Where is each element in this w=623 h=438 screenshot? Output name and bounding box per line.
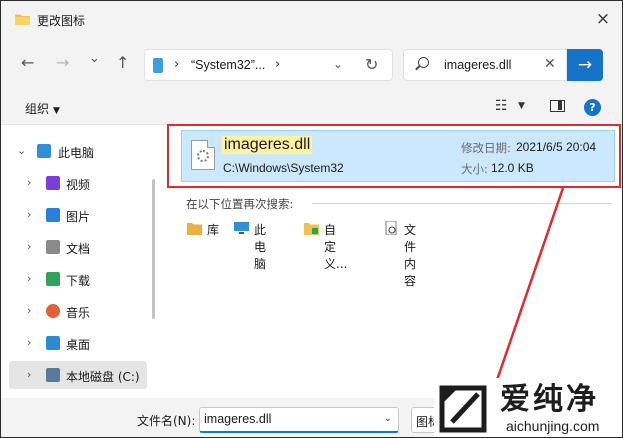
refresh-icon[interactable]: ↻ [365, 55, 378, 74]
command-bar: 组织 ▼ ☷ ▼ ? [1, 89, 622, 125]
breadcrumb-chevron-icon[interactable]: › [174, 57, 179, 72]
window-title: 更改图标 [37, 14, 86, 28]
view-options-icon[interactable]: ☷ [495, 98, 508, 114]
close-icon[interactable]: × [594, 10, 612, 28]
navigation-pane: ⌄ 此电脑 › 视频 › 图片 › 文档 › 下载 › 音乐 › 桌面 › 本地… [1, 126, 151, 398]
computer-icon [234, 222, 249, 234]
preview-pane-icon[interactable] [550, 100, 565, 112]
breadcrumb-system32[interactable]: “System32”... [191, 58, 265, 72]
chevron-right-icon[interactable]: › [27, 272, 31, 285]
video-icon [46, 176, 60, 190]
navigation-pane-scrollbar[interactable] [152, 179, 155, 319]
forward-arrow-icon[interactable]: → [56, 55, 69, 71]
sidebar-item-videos[interactable]: › 视频 [1, 169, 151, 197]
sidebar-item-label: 下载 [66, 274, 91, 288]
search-again-label: 库 [207, 223, 220, 237]
search-again-label: 自定义... [324, 223, 348, 271]
search-icon [418, 57, 429, 68]
annotation-arrow [493, 187, 565, 387]
search-go-button[interactable]: → [567, 49, 603, 81]
drive-icon [46, 368, 60, 382]
sidebar-item-music[interactable]: › 音乐 [1, 297, 151, 325]
chevron-down-icon: ▼ [53, 106, 60, 116]
document-icon [46, 240, 60, 254]
sidebar-item-label: 音乐 [66, 306, 91, 320]
highlight-box [167, 124, 621, 188]
sidebar-item-pictures[interactable]: › 图片 [1, 201, 151, 229]
search-again-heading: 在以下位置再次搜索: [186, 197, 294, 211]
file-name-field[interactable]: imageres.dll ⌄ [199, 407, 399, 433]
file-content-icon [385, 221, 397, 235]
sidebar-item-label: 本地磁盘 (C:) [66, 370, 140, 384]
sidebar-item-label: 文档 [66, 242, 91, 256]
music-icon [46, 304, 60, 318]
chevron-down-icon[interactable]: ▼ [518, 101, 525, 111]
monitor-icon [37, 144, 51, 158]
sidebar-item-label: 图片 [66, 210, 91, 224]
sidebar-item-local-disk-c[interactable]: › 本地磁盘 (C:) [9, 361, 147, 389]
brand-logo-icon [439, 385, 487, 433]
download-icon [46, 272, 60, 286]
address-bar[interactable]: › “System32”... › ⌄ ↻ [144, 49, 393, 81]
navigation-bar: ← → ⌄ ↑ › “System32”... › ⌄ ↻ imageres.d… [1, 39, 622, 89]
sidebar-item-documents[interactable]: › 文档 [1, 233, 151, 261]
watermark: 爱纯净 aichunjing.com [434, 378, 622, 437]
search-again-label: 此电脑 [254, 223, 267, 271]
title-bar: 更改图标 × [1, 1, 622, 39]
search-query[interactable]: imageres.dll [444, 58, 511, 72]
search-input[interactable]: imageres.dll ✕ [403, 49, 567, 81]
desktop-icon [46, 336, 60, 350]
chevron-right-icon[interactable]: › [27, 176, 31, 189]
sidebar-item-label: 视频 [66, 178, 91, 192]
chevron-right-icon[interactable]: › [27, 208, 31, 221]
watermark-name: 爱纯净 [500, 382, 599, 417]
organize-label: 组织 [25, 102, 50, 116]
chevron-right-icon[interactable]: › [27, 368, 31, 381]
file-name-value[interactable]: imageres.dll [204, 412, 271, 426]
chevron-down-icon[interactable]: ⌄ [17, 144, 26, 157]
chevron-right-icon[interactable]: › [27, 240, 31, 253]
recent-locations-icon[interactable]: ⌄ [89, 51, 100, 67]
picture-icon [46, 208, 60, 222]
sidebar-item-label: 桌面 [66, 338, 91, 352]
up-arrow-icon[interactable]: ↑ [116, 55, 129, 71]
library-icon [187, 223, 202, 235]
chevron-right-icon[interactable]: › [27, 304, 31, 317]
clear-search-icon[interactable]: ✕ [544, 56, 556, 72]
chevron-right-icon[interactable]: › [27, 336, 31, 349]
watermark-url: aichunjing.com [506, 418, 600, 434]
sidebar-item-this-pc[interactable]: ⌄ 此电脑 [1, 137, 151, 165]
sidebar-item-desktop[interactable]: › 桌面 [1, 329, 151, 357]
custom-folder-icon [304, 223, 319, 235]
help-icon[interactable]: ? [584, 99, 601, 116]
file-name-label: 文件名(N): [137, 414, 196, 428]
folder-icon [15, 14, 30, 25]
back-arrow-icon[interactable]: ← [21, 55, 34, 71]
organize-button[interactable]: 组织 ▼ [25, 100, 60, 117]
chevron-down-icon[interactable]: ⌄ [384, 413, 392, 424]
address-dropdown-icon[interactable]: ⌄ [333, 57, 343, 71]
computer-icon [153, 58, 163, 73]
sidebar-item-label: 此电脑 [58, 146, 95, 160]
change-icon-dialog: 更改图标 × ← → ⌄ ↑ › “System32”... › ⌄ ↻ ima… [0, 0, 623, 438]
sidebar-item-downloads[interactable]: › 下载 [1, 265, 151, 293]
search-again-label: 文件内容 [404, 223, 417, 288]
breadcrumb-chevron-icon[interactable]: › [275, 57, 280, 72]
